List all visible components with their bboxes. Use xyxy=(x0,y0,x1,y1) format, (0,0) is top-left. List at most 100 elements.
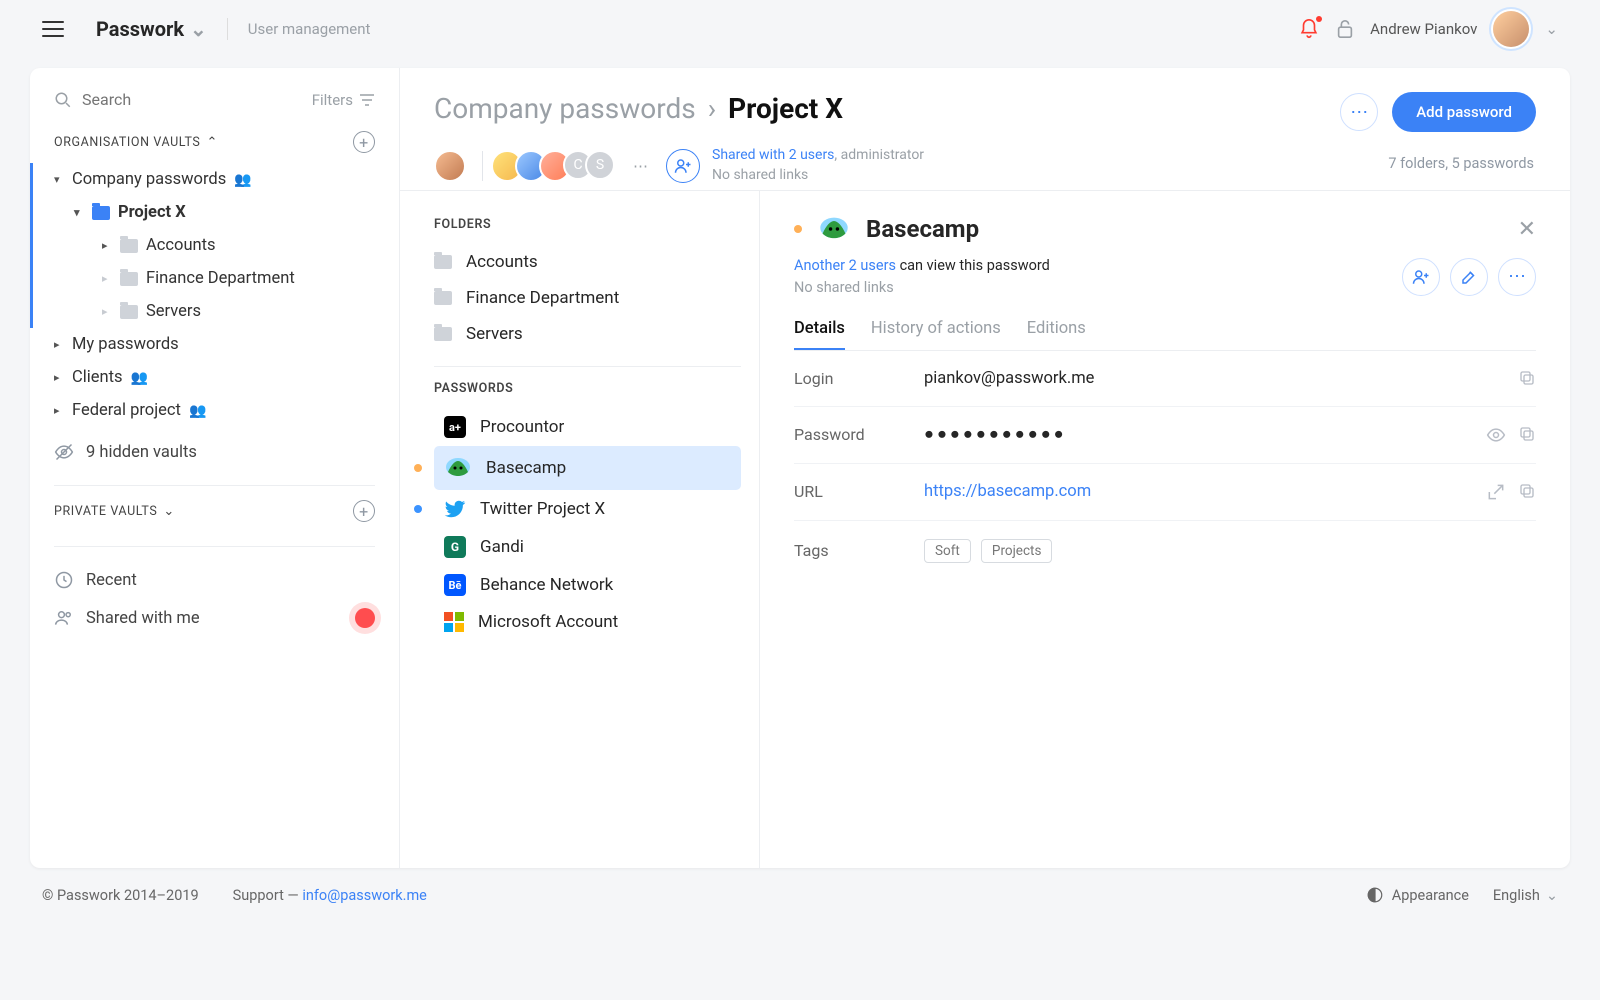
users-icon: 👥 xyxy=(234,172,251,188)
appearance-toggle[interactable]: Appearance xyxy=(1366,886,1469,904)
sidebar-item-label: Clients xyxy=(72,368,123,387)
folder-item-servers[interactable]: Servers xyxy=(434,316,741,352)
sidebar-item-project-x[interactable]: ▾ Project X xyxy=(30,196,375,229)
login-value[interactable]: piankov@passwork.me xyxy=(924,369,1518,388)
password-item-twitter[interactable]: Twitter Project X xyxy=(434,490,741,528)
copy-icon[interactable] xyxy=(1518,425,1536,443)
add-vault-button[interactable]: + xyxy=(353,131,375,153)
breadcrumb-root[interactable]: Company passwords xyxy=(434,92,696,125)
password-item-behance[interactable]: Bē Behance Network xyxy=(434,566,741,604)
search-icon xyxy=(54,91,72,109)
users-icon: 👥 xyxy=(189,403,206,419)
sidebar-item-clients[interactable]: ▸ Clients 👥 xyxy=(30,361,375,394)
sidebar-item-company-passwords[interactable]: ▾ Company passwords 👥 xyxy=(30,163,375,196)
url-value[interactable]: https://basecamp.com xyxy=(924,482,1486,501)
lock-icon[interactable] xyxy=(1336,19,1354,39)
basecamp-icon xyxy=(444,454,472,482)
password-label: Password xyxy=(794,425,924,444)
share-user-button[interactable] xyxy=(1402,258,1440,296)
sidebar-item-finance[interactable]: ▸ Finance Department xyxy=(30,262,375,295)
shared-with-me-link[interactable]: Shared with me xyxy=(54,599,375,637)
filters-button[interactable]: Filters xyxy=(312,91,375,109)
passwords-heading: PASSWORDS xyxy=(434,381,741,396)
caret-down-icon: ▾ xyxy=(54,173,64,186)
folder-item-accounts[interactable]: Accounts xyxy=(434,244,741,280)
tab-details[interactable]: Details xyxy=(794,309,845,350)
support-prefix: Support — xyxy=(233,887,303,904)
copy-icon[interactable] xyxy=(1518,482,1536,500)
caret-right-icon: ▸ xyxy=(54,371,64,384)
tag-projects[interactable]: Projects xyxy=(981,539,1053,563)
eye-icon[interactable] xyxy=(1486,425,1506,445)
user-name[interactable]: Andrew Piankov xyxy=(1370,20,1477,38)
url-label: URL xyxy=(794,482,924,501)
recent-link[interactable]: Recent xyxy=(54,561,375,599)
language-select[interactable]: English ⌄ xyxy=(1493,887,1558,904)
sidebar: Filters Organisation vaults ⌃ + ▾ Compan… xyxy=(30,68,400,868)
user-plus-icon xyxy=(674,157,692,175)
password-item-basecamp[interactable]: Basecamp xyxy=(434,446,741,490)
close-icon[interactable]: ✕ xyxy=(1518,217,1536,242)
support-email-link[interactable]: info@passwork.me xyxy=(302,887,427,904)
detail-users-link[interactable]: Another 2 users xyxy=(794,257,896,274)
password-item-gandi[interactable]: G Gandi xyxy=(434,528,741,566)
notification-dot-icon xyxy=(355,608,375,628)
folder-icon xyxy=(92,206,110,220)
more-icon[interactable]: ⋯ xyxy=(633,157,648,175)
menu-icon[interactable] xyxy=(42,21,64,37)
invite-user-button[interactable] xyxy=(666,149,700,183)
status-dot-icon xyxy=(414,505,422,513)
hidden-vaults-link[interactable]: 9 hidden vaults xyxy=(54,433,375,471)
folder-icon xyxy=(120,305,138,319)
sidebar-item-servers[interactable]: ▸ Servers xyxy=(30,295,375,328)
sidebar-item-my-passwords[interactable]: ▸ My passwords xyxy=(30,328,375,361)
tag-soft[interactable]: Soft xyxy=(924,539,971,563)
password-value[interactable]: ●●●●●●●●●●● xyxy=(924,425,1486,444)
folder-item-finance[interactable]: Finance Department xyxy=(434,280,741,316)
edit-button[interactable] xyxy=(1450,258,1488,296)
breadcrumb-current: Project X xyxy=(728,92,843,125)
avatar[interactable] xyxy=(434,150,466,182)
folder-label: Servers xyxy=(466,324,523,344)
section-title[interactable]: User management xyxy=(248,20,371,38)
caret-down-icon: ▾ xyxy=(74,206,84,219)
private-vaults-heading[interactable]: Private vaults xyxy=(54,504,157,519)
folder-icon xyxy=(120,272,138,286)
tab-history[interactable]: History of actions xyxy=(871,309,1001,350)
avatar-initial[interactable]: S xyxy=(585,150,615,180)
password-item-microsoft[interactable]: Microsoft Account xyxy=(434,604,741,640)
shared-suffix: , administrator xyxy=(834,147,924,163)
add-private-vault-button[interactable]: + xyxy=(353,500,375,522)
folder-icon xyxy=(434,291,452,305)
chevron-up-icon: ⌃ xyxy=(206,135,218,150)
notifications-icon[interactable] xyxy=(1298,18,1320,40)
shared-users-link[interactable]: Shared with 2 users xyxy=(712,147,834,163)
password-item-procountor[interactable]: a+ Procountor xyxy=(434,408,741,446)
sidebar-item-label: Company passwords xyxy=(72,170,226,189)
folders-heading: FOLDERS xyxy=(434,217,741,232)
no-shared-links-label: No shared links xyxy=(712,167,808,183)
chevron-down-icon: ⌄ xyxy=(163,504,175,519)
behance-icon: Bē xyxy=(444,574,466,596)
caret-right-icon: ▸ xyxy=(102,272,112,285)
folder-icon xyxy=(434,255,452,269)
copy-icon[interactable] xyxy=(1518,369,1536,387)
tags-label: Tags xyxy=(794,541,924,560)
sidebar-item-federal[interactable]: ▸ Federal project 👥 xyxy=(30,394,375,427)
avatar[interactable] xyxy=(1493,11,1529,47)
caret-right-icon: ▸ xyxy=(102,239,112,252)
more-actions-button[interactable]: ⋯ xyxy=(1340,93,1378,131)
open-link-icon[interactable] xyxy=(1486,482,1506,502)
search-input[interactable] xyxy=(82,90,302,109)
sidebar-item-accounts[interactable]: ▸ Accounts xyxy=(30,229,375,262)
chevron-down-icon[interactable]: ⌄ xyxy=(1545,20,1558,38)
users-icon xyxy=(54,608,74,628)
sidebar-item-label: Servers xyxy=(146,302,201,321)
app-icon: G xyxy=(444,536,466,558)
add-password-button[interactable]: Add password xyxy=(1392,92,1536,132)
more-button[interactable]: ⋯ xyxy=(1498,258,1536,296)
tab-editions[interactable]: Editions xyxy=(1027,309,1086,350)
separator xyxy=(227,18,228,40)
brand[interactable]: Passwork ⌄ xyxy=(96,17,207,41)
org-vaults-heading[interactable]: Organisation vaults xyxy=(54,135,200,150)
